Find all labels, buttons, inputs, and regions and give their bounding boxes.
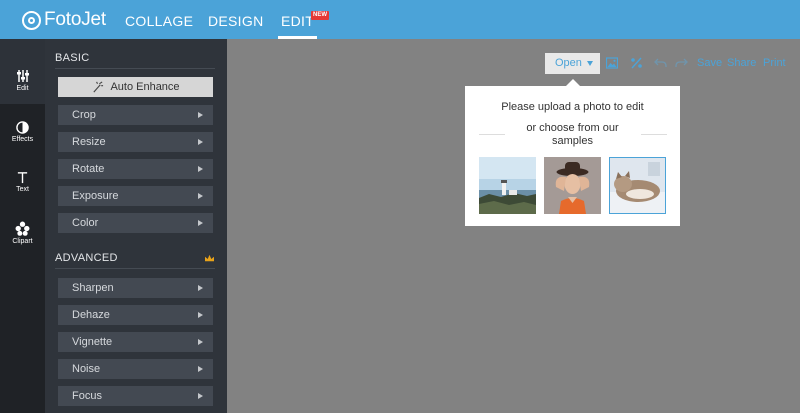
text-icon (17, 172, 28, 184)
popup-title: Please upload a photo to edit (501, 101, 644, 113)
chevron-right-icon (198, 393, 203, 399)
save-button[interactable]: Save (697, 57, 722, 69)
tool-crop[interactable]: Crop (58, 105, 213, 125)
tool-label: Vignette (72, 336, 113, 348)
tool-label: Sharpen (72, 282, 114, 294)
caret-down-icon (587, 61, 593, 66)
popup-choose-text: or choose from our samples (526, 122, 619, 147)
top-bar: FotoJet COLLAGE DESIGN EDIT NEW (0, 0, 800, 39)
chevron-right-icon (198, 285, 203, 291)
popup-divider (641, 134, 667, 135)
section-title-basic: BASIC (55, 52, 90, 64)
tool-panel: BASIC Auto Enhance Crop Resize Rotate Ex… (45, 39, 227, 413)
auto-enhance-button[interactable]: Auto Enhance (58, 77, 213, 97)
tool-label: Rotate (72, 163, 105, 175)
sample-woman-hat[interactable] (544, 157, 601, 214)
chevron-right-icon (198, 339, 203, 345)
logo-mark-icon (22, 10, 41, 30)
crown-icon (205, 254, 214, 262)
tool-vignette[interactable]: Vignette (58, 332, 213, 352)
nav-collage[interactable]: COLLAGE (125, 0, 193, 39)
popup-divider (479, 134, 505, 135)
undo-icon[interactable] (654, 57, 667, 69)
image-icon[interactable] (606, 57, 618, 69)
sample-lighthouse[interactable] (479, 157, 536, 214)
new-badge: NEW (311, 11, 329, 20)
tool-label: Noise (72, 363, 101, 375)
tool-label: Crop (72, 109, 96, 121)
rail-label-effects: Effects (11, 136, 34, 143)
redo-icon[interactable] (675, 57, 688, 69)
magic-wand-icon (93, 80, 104, 93)
rail-label-edit: Edit (16, 85, 29, 92)
compare-icon[interactable] (630, 57, 643, 69)
auto-enhance-label: Auto Enhance (110, 81, 180, 93)
section-divider (55, 68, 215, 69)
nav-edit[interactable]: EDIT (277, 0, 318, 39)
rail-item-edit[interactable]: Edit (0, 39, 45, 104)
tool-color[interactable]: Color (58, 213, 213, 233)
chevron-right-icon (198, 220, 203, 226)
open-label: Open (555, 57, 582, 69)
sliders-icon (16, 70, 29, 82)
tool-resize[interactable]: Resize (58, 132, 213, 152)
contrast-icon (16, 121, 29, 134)
tool-label: Color (72, 217, 99, 229)
tool-label: Resize (72, 136, 106, 148)
chevron-right-icon (198, 166, 203, 172)
logo-text: FotoJet (44, 9, 106, 30)
tool-label: Dehaze (72, 309, 110, 321)
share-button[interactable]: Share (727, 57, 756, 69)
tool-sharpen[interactable]: Sharpen (58, 278, 213, 298)
chevron-right-icon (198, 312, 203, 318)
tool-noise[interactable]: Noise (58, 359, 213, 379)
tool-label: Focus (72, 390, 102, 402)
section-divider (55, 268, 215, 269)
upload-popup: Please upload a photo to edit or choose … (465, 86, 680, 226)
rail-item-effects[interactable]: Effects (0, 121, 45, 143)
rail-label-clipart: Clipart (12, 238, 33, 245)
nav-design[interactable]: DESIGN (208, 0, 263, 39)
clipart-icon (15, 221, 30, 236)
icon-rail: Edit Effects Text Clipart (0, 39, 45, 413)
chevron-right-icon (198, 193, 203, 199)
chevron-right-icon (198, 366, 203, 372)
print-button[interactable]: Print (763, 57, 786, 69)
open-button[interactable]: Open (545, 53, 600, 74)
sample-cat[interactable] (609, 157, 666, 214)
chevron-right-icon (198, 139, 203, 145)
tool-exposure[interactable]: Exposure (58, 186, 213, 206)
rail-item-text[interactable]: Text (0, 171, 45, 193)
tool-dehaze[interactable]: Dehaze (58, 305, 213, 325)
rail-item-clipart[interactable]: Clipart (0, 221, 45, 245)
logo[interactable]: FotoJet (22, 9, 106, 31)
section-title-advanced: ADVANCED (55, 252, 118, 264)
rail-label-text: Text (16, 186, 29, 193)
chevron-right-icon (198, 112, 203, 118)
tool-label: Exposure (72, 190, 119, 202)
popup-notch (566, 79, 580, 86)
tool-rotate[interactable]: Rotate (58, 159, 213, 179)
tool-focus[interactable]: Focus (58, 386, 213, 406)
